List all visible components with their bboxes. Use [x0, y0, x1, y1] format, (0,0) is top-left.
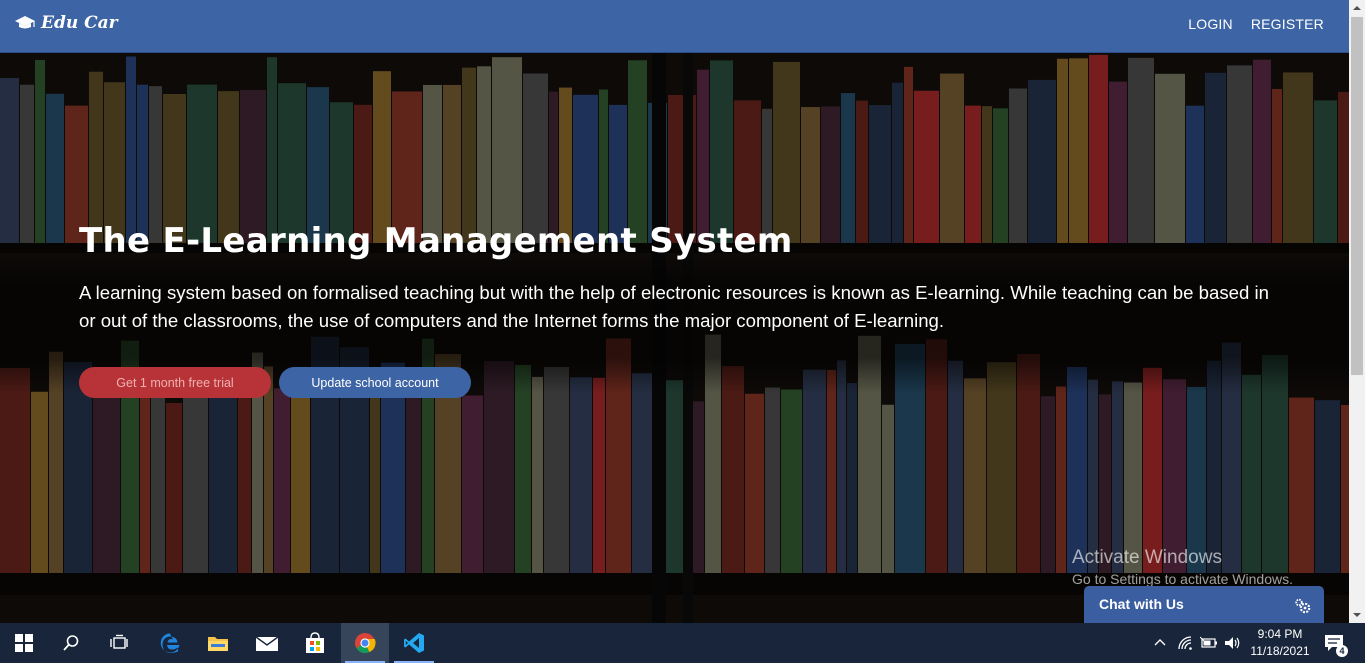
- scrollbar-thumb[interactable]: [1351, 17, 1363, 375]
- task-view-icon[interactable]: [95, 623, 143, 663]
- brand-logo[interactable]: Edu Car: [14, 13, 118, 33]
- system-tray: [1154, 623, 1242, 663]
- activate-windows-subtitle: Go to Settings to activate Windows.: [1072, 571, 1293, 587]
- search-icon[interactable]: [47, 623, 95, 663]
- file-explorer-icon[interactable]: [194, 623, 242, 663]
- wifi-icon[interactable]: [1178, 636, 1194, 650]
- windows-start-icon[interactable]: [0, 623, 48, 663]
- login-link[interactable]: LOGIN: [1188, 16, 1233, 32]
- activate-windows-title: Activate Windows: [1072, 547, 1222, 568]
- free-trial-button[interactable]: Get 1 month free trial: [79, 367, 271, 398]
- clock-date: 11/18/2021: [1250, 644, 1310, 658]
- chat-label: Chat with Us: [1099, 596, 1184, 612]
- store-icon[interactable]: [291, 623, 339, 663]
- nav-links: LOGIN REGISTER: [1188, 16, 1324, 32]
- gears-icon: [1295, 598, 1311, 614]
- register-link[interactable]: REGISTER: [1251, 16, 1324, 32]
- show-hidden-icons-icon[interactable]: [1154, 637, 1166, 649]
- hero-title: The E-Learning Management System: [79, 221, 793, 261]
- scroll-down-arrow-icon[interactable]: [1349, 607, 1365, 623]
- top-navbar: Edu Car LOGIN REGISTER: [0, 0, 1349, 53]
- windows-taskbar: 9:04 PM 11/18/2021 4: [0, 623, 1365, 663]
- battery-icon[interactable]: [1200, 636, 1218, 650]
- hero-description: A learning system based on formalised te…: [79, 282, 1269, 331]
- volume-icon[interactable]: [1224, 636, 1242, 650]
- brand-name: Edu Car: [41, 13, 118, 33]
- hero-section: The E-Learning Management System A learn…: [0, 53, 1349, 623]
- update-school-account-button[interactable]: Update school account: [279, 367, 471, 398]
- vscode-icon[interactable]: [390, 623, 438, 663]
- clock-time: 9:04 PM: [1257, 627, 1303, 641]
- notification-count-badge: 4: [1336, 645, 1348, 657]
- page-scrollbar[interactable]: [1349, 0, 1365, 623]
- edge-icon[interactable]: [146, 623, 194, 663]
- graduation-cap-icon: [15, 16, 35, 29]
- scroll-up-arrow-icon[interactable]: [1349, 0, 1365, 16]
- mail-icon[interactable]: [243, 623, 291, 663]
- activate-windows-watermark: Activate Windows Go to Settings to activ…: [1072, 547, 1293, 587]
- system-clock[interactable]: 9:04 PM 11/18/2021: [1244, 626, 1316, 660]
- chat-widget[interactable]: Chat with Us: [1084, 586, 1324, 623]
- chrome-icon[interactable]: [341, 623, 389, 663]
